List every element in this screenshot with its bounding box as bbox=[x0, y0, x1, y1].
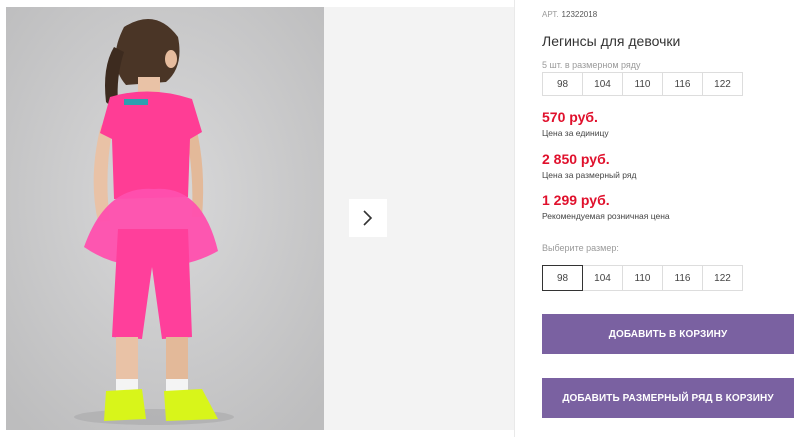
size-selector: 98 104 110 116 122 bbox=[542, 265, 743, 291]
size-row-item: 98 bbox=[542, 72, 583, 96]
price-size-row: 2 850 руб. bbox=[542, 151, 610, 167]
price-size-row-label: Цена за размерный ряд bbox=[542, 170, 637, 180]
choose-size-label: Выберите размер: bbox=[542, 243, 619, 253]
size-option-122[interactable]: 122 bbox=[702, 265, 743, 291]
article-value: 12322018 bbox=[561, 10, 598, 19]
article-number: АРТ. 12322018 bbox=[542, 10, 597, 19]
size-option-104[interactable]: 104 bbox=[582, 265, 623, 291]
next-photo-button[interactable] bbox=[349, 199, 387, 237]
product-photo[interactable] bbox=[6, 7, 324, 430]
size-row-item: 122 bbox=[702, 72, 743, 96]
size-row-item: 110 bbox=[622, 72, 663, 96]
size-row-note: 5 шт. в размерном ряду bbox=[542, 60, 641, 70]
price-retail: 1 299 руб. bbox=[542, 192, 610, 208]
size-option-98[interactable]: 98 bbox=[542, 265, 583, 291]
size-option-110[interactable]: 110 bbox=[622, 265, 663, 291]
chevron-right-icon bbox=[363, 210, 373, 226]
add-size-row-to-cart-button[interactable]: ДОБАВИТЬ РАЗМЕРНЫЙ РЯД В КОРЗИНУ bbox=[542, 378, 794, 418]
size-option-116[interactable]: 116 bbox=[662, 265, 703, 291]
price-unit-label: Цена за единицу bbox=[542, 128, 609, 138]
size-row-item: 104 bbox=[582, 72, 623, 96]
price-unit: 570 руб. bbox=[542, 109, 598, 125]
column-divider bbox=[514, 0, 515, 437]
add-to-cart-button[interactable]: ДОБАВИТЬ В КОРЗИНУ bbox=[542, 314, 794, 354]
product-title: Легинсы для девочки bbox=[542, 33, 681, 49]
article-label: АРТ. bbox=[542, 10, 559, 19]
size-row-list: 98 104 110 116 122 bbox=[542, 72, 743, 96]
price-retail-label: Рекомендуемая розничная цена bbox=[542, 211, 670, 221]
girl-illustration bbox=[6, 7, 324, 430]
size-row-item: 116 bbox=[662, 72, 703, 96]
